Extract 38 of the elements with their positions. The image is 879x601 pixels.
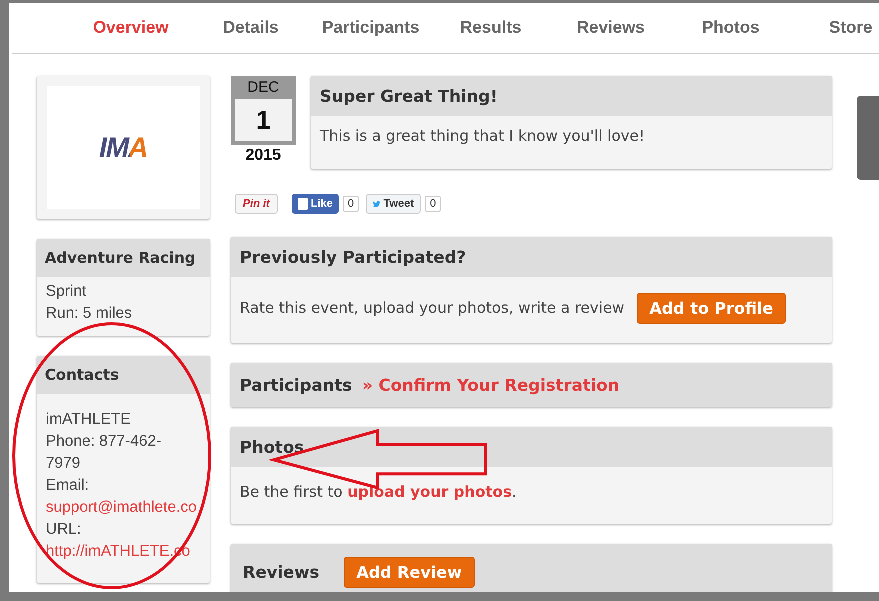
event-description: This is a great thing that I know you'll love! <box>319 126 646 147</box>
event-title: Super Great Thing! <box>311 76 832 116</box>
add-review-button[interactable]: Add Review <box>344 556 476 588</box>
card-title: Contacts <box>37 356 210 394</box>
pin-button[interactable]: Pin it <box>235 194 278 214</box>
contact-detail: imATHLETE <box>46 410 131 430</box>
section-title: Participants <box>240 376 352 394</box>
nav-tab[interactable]: Results <box>431 18 551 38</box>
nav-tab[interactable]: Reviews <box>551 18 671 38</box>
contact-link[interactable]: support@imathlete.co <box>46 497 198 519</box>
share-count: 0 <box>343 196 360 212</box>
upload-photos-link[interactable]: upload your photos <box>348 483 512 501</box>
category-detail: Run: 5 miles <box>46 304 134 324</box>
section-text: Rate this event, upload your photos, write a review <box>240 299 625 317</box>
nav-tab[interactable]: Details <box>191 18 311 38</box>
like-button[interactable]: Like <box>292 194 339 214</box>
card-title: Adventure Racing <box>37 239 210 277</box>
section-text: Be the first to upload your photos. <box>240 483 517 501</box>
side-tab[interactable] <box>857 96 879 180</box>
date-month: DEC <box>246 79 280 98</box>
date-year: 2015 <box>244 147 282 165</box>
bird-icon <box>373 198 381 210</box>
category-detail: Sprint <box>46 282 88 302</box>
contact-detail: URL: <box>46 520 82 540</box>
section-title: Photos <box>240 438 304 456</box>
nav-tab[interactable]: Participants <box>311 18 431 38</box>
confirm-registration-link[interactable]: » Confirm Your Registration <box>362 376 620 394</box>
section-title: Previously Participated? <box>240 248 466 266</box>
nav-tab[interactable]: Photos <box>671 18 791 38</box>
contact-detail: Email: <box>46 476 90 496</box>
section-title: Reviews <box>243 562 320 582</box>
date-day: 1 <box>235 99 292 141</box>
add-to-profile-button[interactable]: Add to Profile <box>636 292 786 324</box>
contact-detail: Phone: 877-462-7979 <box>46 432 162 474</box>
tweet-button[interactable]: Tweet <box>366 194 422 214</box>
nav-tab[interactable]: Store <box>791 18 879 38</box>
share-count: 0 <box>425 196 442 212</box>
nav-tab[interactable]: Overview <box>71 18 191 38</box>
